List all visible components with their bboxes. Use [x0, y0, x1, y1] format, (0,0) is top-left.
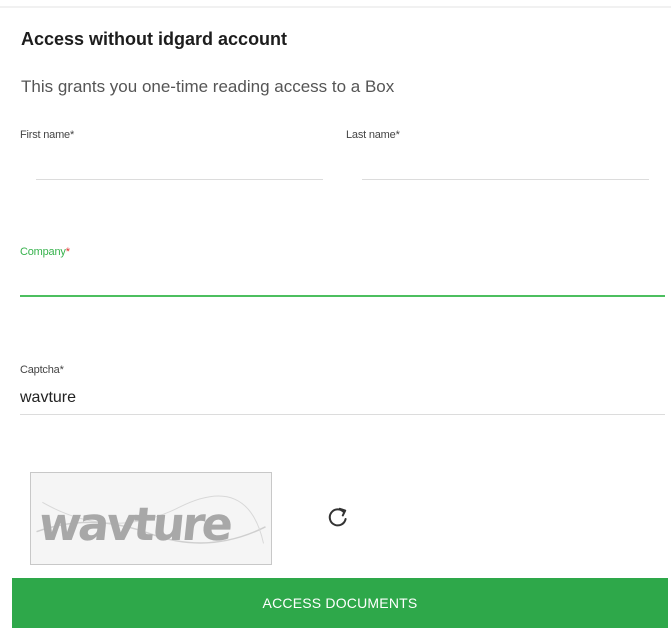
top-divider — [0, 6, 671, 8]
captcha-label: Captcha* — [20, 364, 64, 376]
form-title: Access without idgard account — [21, 29, 288, 49]
company-label-text: Company — [20, 246, 66, 258]
required-mark: * — [69, 129, 75, 141]
captcha-label-text: Captcha — [20, 364, 60, 376]
first-name-label-text: First name — [20, 129, 70, 141]
refresh-icon[interactable] — [323, 502, 353, 532]
company-label: Company* — [20, 246, 70, 258]
company-field[interactable] — [20, 266, 664, 292]
required-mark: * — [65, 246, 70, 258]
required-mark: * — [395, 129, 400, 141]
last-name-label: Last name* — [346, 129, 400, 141]
captcha-image: wavture — [30, 472, 272, 565]
captcha-image-text: wavture — [36, 497, 233, 551]
captcha-underline — [20, 414, 665, 415]
captcha-field[interactable] — [20, 386, 664, 410]
form-subtitle: This grants you one-time reading access … — [21, 77, 395, 96]
last-name-label-text: Last name — [346, 129, 396, 141]
last-name-field[interactable] — [362, 152, 648, 176]
first-name-field[interactable] — [36, 152, 322, 176]
required-mark: * — [59, 364, 64, 376]
access-documents-button[interactable]: ACCESS DOCUMENTS — [12, 578, 668, 628]
last-name-underline — [362, 179, 649, 180]
company-underline — [20, 295, 665, 297]
first-name-label: First name* — [20, 129, 74, 141]
first-name-underline — [36, 179, 323, 180]
